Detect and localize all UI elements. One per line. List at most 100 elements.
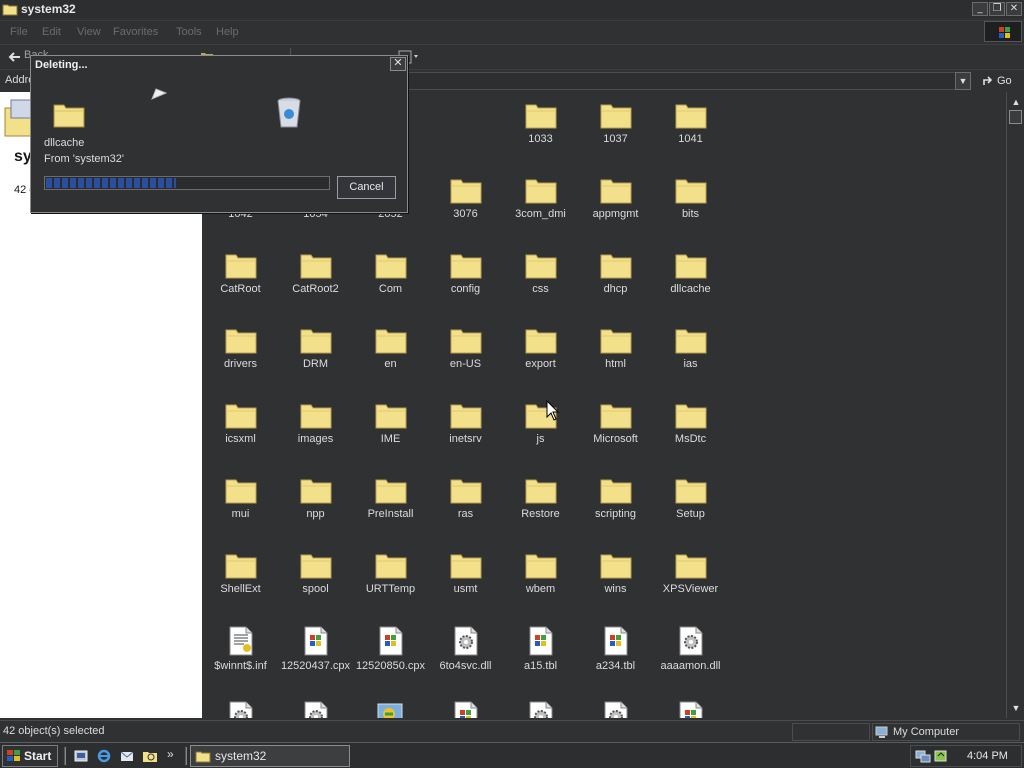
folder-item[interactable]: en-US xyxy=(428,325,503,370)
file-item[interactable] xyxy=(353,700,428,718)
folder-item[interactable]: en xyxy=(353,325,428,370)
item-label: config xyxy=(450,283,481,295)
folder-item[interactable]: XPSViewer xyxy=(653,550,728,595)
file-item[interactable] xyxy=(653,700,728,718)
menu-file[interactable]: File xyxy=(10,26,28,38)
address-dropdown-button[interactable]: ▼ xyxy=(955,72,971,90)
item-label: a234.tbl xyxy=(595,660,636,672)
folder-icon xyxy=(653,400,728,430)
folder-item[interactable]: Restore xyxy=(503,475,578,520)
folder-item[interactable]: Setup xyxy=(653,475,728,520)
folder-item[interactable]: dllcache xyxy=(653,250,728,295)
dialog-close-button[interactable]: ✕ xyxy=(390,57,406,71)
folder-item[interactable]: 1037 xyxy=(578,100,653,145)
internet-explorer-icon[interactable] xyxy=(96,748,112,764)
restore-button[interactable]: ❐ xyxy=(989,2,1005,16)
folder-item[interactable]: icsxml xyxy=(203,400,278,445)
folder-item[interactable]: CatRoot2 xyxy=(278,250,353,295)
quicklaunch-more-icon[interactable]: » xyxy=(167,747,174,761)
file-item[interactable] xyxy=(578,700,653,718)
folder-item[interactable]: spool xyxy=(278,550,353,595)
folder-item[interactable]: IME xyxy=(353,400,428,445)
item-label: spool xyxy=(302,583,329,595)
close-button[interactable]: ✕ xyxy=(1006,2,1022,16)
file-item[interactable]: aaclient.dll xyxy=(203,700,278,718)
start-label: Start xyxy=(24,749,52,763)
folder-item[interactable]: wins xyxy=(578,550,653,595)
outlook-express-icon[interactable] xyxy=(119,748,135,764)
folder-item[interactable]: dhcp xyxy=(578,250,653,295)
item-label: Setup xyxy=(676,508,705,520)
menu-favorites[interactable]: Favorites xyxy=(113,26,158,38)
location-label: My Computer xyxy=(893,726,960,738)
folder-item[interactable]: DRM xyxy=(278,325,353,370)
back-arrow-icon[interactable] xyxy=(8,50,22,64)
file-item[interactable]: a15.tbl xyxy=(503,625,578,672)
folder-item[interactable]: CatRoot xyxy=(203,250,278,295)
taskbar-button-system32[interactable]: system32 xyxy=(190,745,350,767)
folder-item[interactable]: Microsoft xyxy=(578,400,653,445)
address-input[interactable] xyxy=(408,72,956,90)
folder-item[interactable]: ShellExt xyxy=(203,550,278,595)
file-item[interactable]: aaaamon.dll xyxy=(653,625,728,672)
folder-item[interactable]: 3com_dmi xyxy=(503,175,578,220)
menu-help[interactable]: Help xyxy=(216,26,239,38)
folder-item[interactable]: appmgmt xyxy=(578,175,653,220)
network-icon[interactable] xyxy=(915,749,931,763)
folder-item[interactable]: ias xyxy=(653,325,728,370)
folder-icon xyxy=(503,325,578,355)
file-item[interactable]: $winnt$.inf xyxy=(203,625,278,672)
safely-remove-icon[interactable] xyxy=(933,749,949,763)
folder-item[interactable]: html xyxy=(578,325,653,370)
folder-item[interactable]: js xyxy=(503,400,578,445)
explorer-search-icon[interactable] xyxy=(142,748,158,764)
folder-item[interactable]: scripting xyxy=(578,475,653,520)
folder-item[interactable]: URTTemp xyxy=(353,550,428,595)
minimize-button[interactable]: _ xyxy=(972,2,988,16)
folder-item[interactable]: 3076 xyxy=(428,175,503,220)
go-button[interactable]: Go xyxy=(980,72,1020,90)
show-desktop-icon[interactable] xyxy=(73,748,89,764)
file-item[interactable] xyxy=(503,700,578,718)
folder-icon xyxy=(653,475,728,505)
file-item[interactable] xyxy=(278,700,353,718)
file-item[interactable]: a234.tbl xyxy=(578,625,653,672)
folder-item[interactable]: wbem xyxy=(503,550,578,595)
folder-item[interactable]: config xyxy=(428,250,503,295)
menu-tools[interactable]: Tools xyxy=(176,26,202,38)
cancel-button[interactable]: Cancel xyxy=(337,176,396,199)
vertical-scrollbar[interactable]: ▲ ▼ xyxy=(1006,92,1024,718)
status-pane xyxy=(792,723,870,741)
menu-edit[interactable]: Edit xyxy=(42,26,61,38)
folder-item[interactable]: inetsrv xyxy=(428,400,503,445)
folder-icon xyxy=(353,325,428,355)
folder-item[interactable]: export xyxy=(503,325,578,370)
file-item[interactable]: 12520850.cpx xyxy=(353,625,428,672)
folder-item[interactable]: mui xyxy=(203,475,278,520)
scroll-thumb[interactable] xyxy=(1009,110,1022,124)
file-item[interactable]: 6to4svc.dll xyxy=(428,625,503,672)
folder-item[interactable]: drivers xyxy=(203,325,278,370)
start-button[interactable]: Start xyxy=(2,745,58,767)
folder-item[interactable]: css xyxy=(503,250,578,295)
file-item[interactable]: 12520437.cpx xyxy=(278,625,353,672)
folder-item[interactable]: 1041 xyxy=(653,100,728,145)
folder-item[interactable]: 1033 xyxy=(503,100,578,145)
folder-item[interactable]: Com xyxy=(353,250,428,295)
folder-item[interactable]: npp xyxy=(278,475,353,520)
item-label: 3076 xyxy=(453,208,478,220)
item-label: MsDtc xyxy=(674,433,707,445)
flying-paper-icon xyxy=(151,88,168,100)
file-item[interactable] xyxy=(428,700,503,718)
folder-item[interactable]: bits xyxy=(653,175,728,220)
menu-view[interactable]: View xyxy=(77,26,101,38)
folder-item[interactable]: usmt xyxy=(428,550,503,595)
item-label: ShellExt xyxy=(220,583,261,595)
application-icon xyxy=(353,700,428,718)
folder-item[interactable]: MsDtc xyxy=(653,400,728,445)
folder-item[interactable]: images xyxy=(278,400,353,445)
folder-item[interactable]: ras xyxy=(428,475,503,520)
scroll-up-icon[interactable]: ▲ xyxy=(1008,94,1024,110)
folder-item[interactable]: PreInstall xyxy=(353,475,428,520)
scroll-down-icon[interactable]: ▼ xyxy=(1008,700,1024,716)
